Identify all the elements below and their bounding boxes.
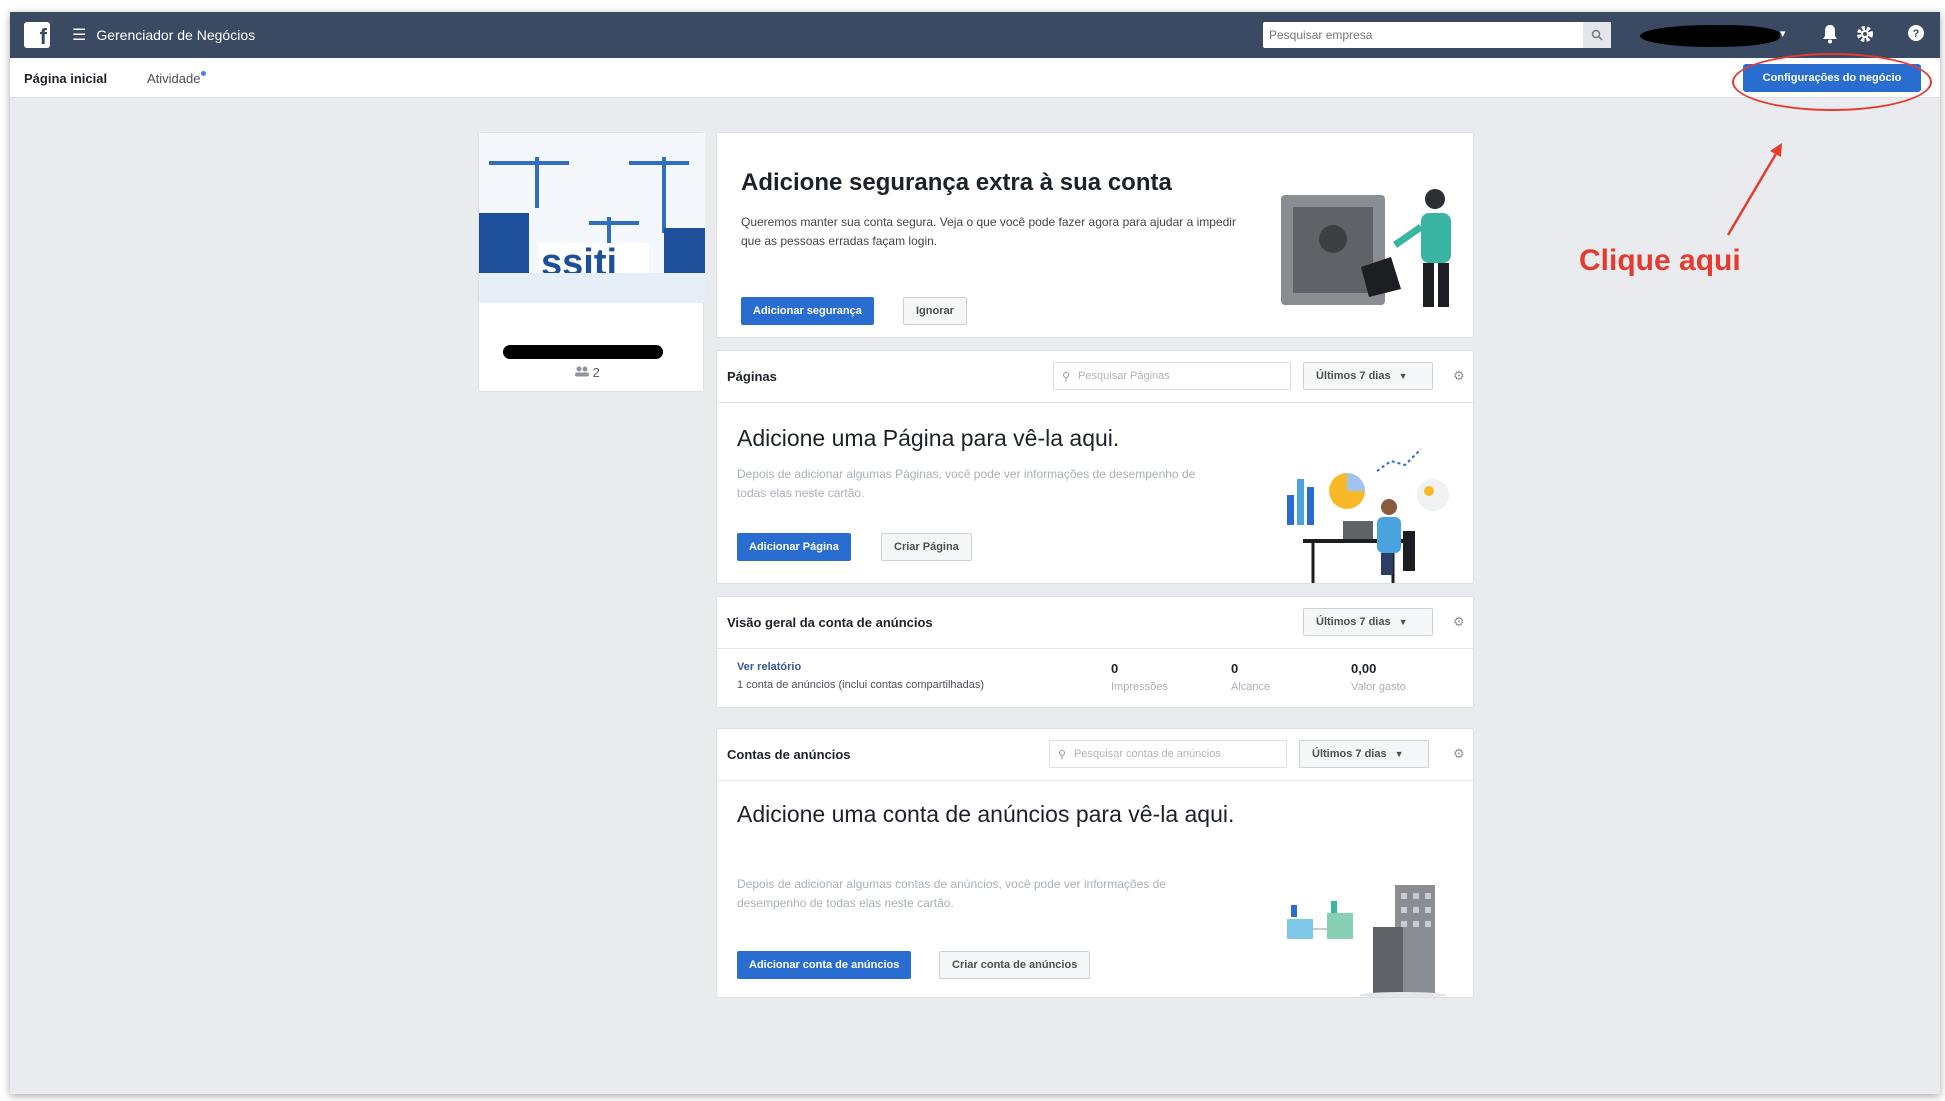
- amount-spent-value: 0,00: [1351, 661, 1377, 676]
- member-count-value: 2: [592, 365, 600, 380]
- business-name-redacted: [503, 345, 663, 359]
- pages-card: Páginas ⚲ Pesquisar Páginas Últimos 7 di…: [716, 350, 1474, 584]
- ad-accounts-count-text: 1 conta de anúncios (inclui contas compa…: [737, 679, 985, 691]
- analytics-illustration-icon: [1287, 448, 1449, 583]
- security-title: Adicione segurança extra à sua conta: [741, 169, 1172, 196]
- add-security-button[interactable]: Adicionar segurança: [741, 297, 874, 325]
- pages-period-label: Últimos 7 dias: [1316, 370, 1391, 382]
- tab-activity-label: Atividade: [147, 71, 201, 86]
- ad-accounts-period-dropdown[interactable]: Últimos 7 dias ▼: [1299, 740, 1429, 768]
- business-cover-image: ssiti: [479, 133, 705, 303]
- pages-search-placeholder: Pesquisar Páginas: [1078, 370, 1170, 382]
- app-title: Gerenciador de Negócios: [96, 27, 256, 43]
- overview-header-title: Visão geral da conta de anúncios: [727, 615, 933, 630]
- pages-search-input[interactable]: ⚲ Pesquisar Páginas: [1053, 362, 1291, 390]
- pages-period-dropdown[interactable]: Últimos 7 dias ▼: [1303, 362, 1433, 390]
- chevron-down-icon[interactable]: ▾: [1780, 27, 1786, 40]
- notifications-bell-icon[interactable]: [1821, 24, 1839, 50]
- overview-period-dropdown[interactable]: Últimos 7 dias ▼: [1303, 608, 1433, 636]
- ad-accounts-period-label: Últimos 7 dias: [1312, 748, 1387, 760]
- ad-accounts-empty-description: Depois de adicionar algumas contas de an…: [737, 877, 1166, 910]
- gear-icon[interactable]: [1855, 24, 1875, 50]
- reach-value: 0: [1231, 661, 1239, 676]
- caret-down-icon: ▼: [1394, 749, 1404, 759]
- view-report-link[interactable]: Ver relatório: [737, 661, 801, 673]
- search-icon: ⚲: [1058, 748, 1067, 761]
- search-icon[interactable]: [1583, 22, 1611, 48]
- pages-settings-gear-icon[interactable]: ⚙: [1453, 368, 1465, 384]
- pages-header-title: Páginas: [727, 369, 777, 384]
- annotation-arrow-icon: [1726, 143, 1782, 236]
- browser-frame: f ☰ Gerenciador de Negócios ▾ ? Página i…: [10, 12, 1940, 1094]
- business-profile-card[interactable]: ssiti 2: [478, 132, 705, 392]
- search-icon: ⚲: [1062, 370, 1071, 383]
- ad-accounts-card-header: Contas de anúncios ⚲ Pesquisar contas de…: [717, 729, 1473, 781]
- overview-settings-gear-icon[interactable]: ⚙: [1453, 614, 1465, 630]
- pages-empty-title: Adicione uma Página para vê-la aqui.: [737, 425, 1120, 451]
- create-page-button[interactable]: Criar Página: [881, 533, 972, 561]
- sub-navigation: Página inicial Atividade Configurações d…: [10, 58, 1940, 98]
- ad-accounts-search-placeholder: Pesquisar contas de anúncios: [1074, 748, 1221, 760]
- amount-spent-label: Valor gasto: [1351, 681, 1406, 693]
- ad-accounts-empty-title: Adicione uma conta de anúncios para vê-l…: [737, 801, 1235, 827]
- menu-icon[interactable]: ☰: [72, 25, 86, 45]
- buildings-illustration-icon: [1287, 885, 1447, 997]
- ad-accounts-settings-gear-icon[interactable]: ⚙: [1453, 746, 1465, 762]
- safe-illustration-icon: [1281, 189, 1451, 307]
- overview-card-header: Visão geral da conta de anúncios Últimos…: [717, 597, 1473, 649]
- business-search-input[interactable]: [1263, 22, 1583, 48]
- annotation-highlight-ellipse: [1732, 53, 1932, 111]
- account-switcher-redacted[interactable]: [1640, 25, 1780, 47]
- ignore-button[interactable]: Ignorar: [903, 297, 967, 325]
- facebook-logo-icon[interactable]: f: [24, 22, 50, 48]
- tab-activity[interactable]: Atividade: [147, 71, 207, 86]
- overview-period-label: Últimos 7 dias: [1316, 616, 1391, 628]
- security-card: Adicione segurança extra à sua conta Que…: [716, 132, 1474, 338]
- pages-empty-description: Depois de adicionar algumas Páginas, voc…: [737, 467, 1196, 500]
- tab-home[interactable]: Página inicial: [24, 71, 107, 86]
- add-ad-account-button[interactable]: Adicionar conta de anúncios: [737, 951, 912, 979]
- annotation-label: Clique aqui: [1579, 244, 1741, 277]
- notification-dot-icon: [201, 71, 207, 76]
- member-count: 2: [575, 365, 600, 380]
- reach-label: Alcance: [1231, 681, 1271, 693]
- create-ad-account-button[interactable]: Criar conta de anúncios: [939, 951, 1091, 979]
- pages-card-header: Páginas ⚲ Pesquisar Páginas Últimos 7 di…: [717, 351, 1473, 403]
- impressions-value: 0: [1111, 661, 1119, 676]
- svg-text:?: ?: [1913, 28, 1920, 40]
- caret-down-icon: ▼: [1398, 371, 1408, 381]
- ad-accounts-header-title: Contas de anúncios: [727, 747, 851, 762]
- ad-accounts-card: Contas de anúncios ⚲ Pesquisar contas de…: [716, 728, 1474, 998]
- caret-down-icon: ▼: [1398, 617, 1408, 627]
- people-icon: [575, 366, 589, 377]
- business-search: [1263, 22, 1611, 48]
- help-icon[interactable]: ?: [1907, 24, 1925, 48]
- security-description: Queremos manter sua conta segura. Veja o…: [741, 215, 1236, 248]
- ad-accounts-search-input[interactable]: ⚲ Pesquisar contas de anúncios: [1049, 740, 1287, 768]
- add-page-button[interactable]: Adicionar Página: [737, 533, 851, 561]
- impressions-label: Impressões: [1111, 681, 1168, 693]
- ad-account-overview-card: Visão geral da conta de anúncios Últimos…: [716, 596, 1474, 708]
